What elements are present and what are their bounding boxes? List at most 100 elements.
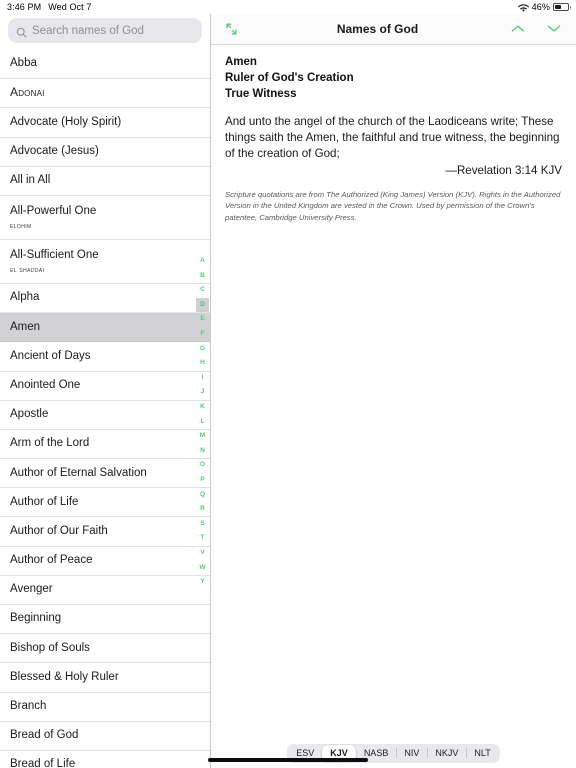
list-item[interactable]: Alpha <box>0 284 210 314</box>
list-item-title: Anointed One <box>10 378 81 391</box>
names-list[interactable]: Abba Adonai Advocate (Holy Spirit) Advocate… <box>0 50 210 768</box>
list-item[interactable]: Anointed One <box>0 372 210 401</box>
search-container: Search names of God <box>0 14 210 50</box>
list-item[interactable]: Bread of Life <box>0 751 210 768</box>
list-item-title: All in All <box>10 174 51 187</box>
status-date: Wed Oct 7 <box>48 2 92 12</box>
alphabet-index-letter[interactable]: Y <box>196 575 209 590</box>
status-time: 3:46 PM <box>7 2 42 12</box>
list-item-title: Alpha <box>10 291 40 304</box>
list-item[interactable]: Blessed & Holy Ruler <box>0 663 210 693</box>
detail-heading: Ruler of God's Creation <box>225 71 354 84</box>
sidebar: Search names of God Abba Adonai Advocate (… <box>0 14 211 768</box>
alphabet-index-letter[interactable]: I <box>196 371 209 386</box>
list-item-title: Arm of the Lord <box>10 437 90 450</box>
collapse-panel-icon[interactable] <box>223 19 245 39</box>
alphabet-index-letter[interactable]: F <box>196 327 209 342</box>
alphabet-index-letter[interactable]: K <box>196 400 209 415</box>
attribution-text: Scripture quotations are from The Author… <box>225 189 561 223</box>
detail-content: Amen Ruler of God's Creation True Witness … <box>211 45 576 738</box>
list-item[interactable]: Abba <box>0 50 210 80</box>
alphabet-index-letter[interactable]: J <box>196 385 209 400</box>
list-item[interactable]: Arm of the Lord <box>0 430 210 460</box>
list-item[interactable]: Bread of God <box>0 722 210 751</box>
list-item-title: Bread of God <box>10 729 79 742</box>
navigation-bar: Names of God <box>211 14 576 45</box>
list-item[interactable]: All in All <box>0 167 210 196</box>
list-item-title: Bishop of Souls <box>10 641 90 654</box>
list-item-title: Beginning <box>10 612 62 625</box>
alphabet-index-letter[interactable]: G <box>196 342 209 357</box>
chevron-down-icon[interactable] <box>546 22 562 36</box>
wifi-icon <box>517 3 529 13</box>
alphabet-index-letter[interactable]: T <box>196 531 209 546</box>
alphabet-index-letter[interactable]: Q <box>196 488 209 503</box>
list-item[interactable]: Beginning <box>0 605 210 635</box>
verse-text: And unto the angel of the church of the … <box>225 114 560 161</box>
list-item-title: Advocate (Holy Spirit) <box>10 115 122 128</box>
alphabet-index-letter[interactable]: M <box>196 429 209 444</box>
list-item[interactable]: Avenger <box>0 576 210 605</box>
list-item[interactable]: Branch <box>0 693 210 722</box>
alphabet-index-letter[interactable]: C <box>196 283 209 298</box>
app-root: 3:46 PM Wed Oct 7 46% Search names of Go… <box>0 0 576 768</box>
alphabet-index-letter[interactable]: L <box>196 415 209 430</box>
list-item-title: Author of Our Faith <box>10 524 108 537</box>
list-item-title: Ancient of Days <box>10 349 91 362</box>
list-item[interactable]: Author of Eternal Salvation <box>0 459 210 489</box>
list-item[interactable]: Apostle <box>0 401 210 430</box>
list-item-title: Adonai <box>10 85 45 100</box>
alphabet-index-letter[interactable]: A <box>196 254 209 269</box>
list-item[interactable]: Bishop of Souls <box>0 634 210 664</box>
split-view: Search names of God Abba Adonai Advocate (… <box>0 14 576 768</box>
chevron-up-icon[interactable] <box>510 22 526 36</box>
search-input[interactable]: Search names of God <box>8 18 202 43</box>
alphabet-index-letter[interactable]: W <box>196 560 209 575</box>
list-item[interactable]: Author of Peace <box>0 547 210 576</box>
list-item[interactable]: All-Sufficient One El Shaddai <box>0 240 210 284</box>
battery-icon <box>553 3 571 11</box>
status-bar-left: 3:46 PM Wed Oct 7 <box>7 2 91 12</box>
list-item[interactable]: Advocate (Holy Spirit) <box>0 108 210 138</box>
list-item-subtitle: Elohim <box>10 220 32 230</box>
list-item-title: Bread of Life <box>10 758 76 768</box>
list-item-title: Author of Peace <box>10 554 93 567</box>
version-option-niv[interactable]: NIV <box>396 745 427 761</box>
alphabet-index[interactable]: ABCDEFGHIJKLMNOPQRSTVWY <box>196 254 209 590</box>
list-item[interactable]: Ancient of Days <box>0 342 210 372</box>
list-item[interactable]: Advocate (Jesus) <box>0 138 210 167</box>
alphabet-index-letter[interactable]: O <box>196 458 209 473</box>
version-option-nlt[interactable]: NLT <box>466 745 498 761</box>
detail-headings: Amen Ruler of God's Creation True Witness <box>225 55 562 103</box>
list-item-title: Amen <box>10 320 41 333</box>
alphabet-index-letter[interactable]: N <box>196 444 209 459</box>
alphabet-index-letter[interactable]: P <box>196 473 209 488</box>
alphabet-index-letter[interactable]: S <box>196 517 209 532</box>
navigation-buttons <box>510 22 562 36</box>
battery-percent: 46% <box>531 2 550 12</box>
alphabet-index-letter[interactable]: R <box>196 502 209 517</box>
home-indicator <box>208 758 368 762</box>
list-item-subtitle: El Shaddai <box>10 264 45 274</box>
list-item[interactable]: All-Powerful One Elohim <box>0 196 210 240</box>
list-item-title: All-Sufficient One <box>10 249 99 262</box>
list-item-title: Apostle <box>10 408 49 421</box>
list-item-title: Blessed & Holy Ruler <box>10 670 119 683</box>
alphabet-index-letter[interactable]: E <box>196 312 209 327</box>
version-option-nkjv[interactable]: NKJV <box>427 745 466 761</box>
list-item[interactable]: Author of Our Faith <box>0 517 210 547</box>
detail-heading: Amen <box>225 56 257 68</box>
alphabet-index-letter[interactable]: H <box>196 356 209 371</box>
alphabet-index-letter[interactable]: B <box>196 269 209 284</box>
status-bar: 3:46 PM Wed Oct 7 46% <box>0 0 576 14</box>
list-item[interactable]: Author of Life <box>0 488 210 518</box>
list-item-title: All-Powerful One <box>10 205 97 218</box>
detail-pane: Names of God Amen Ruler of God's Creation… <box>211 14 576 768</box>
page-title: Names of God <box>336 22 419 36</box>
list-item[interactable]: Amen <box>0 313 210 343</box>
alphabet-index-letter[interactable]: V <box>196 546 209 561</box>
list-item-title: Branch <box>10 700 47 713</box>
list-item[interactable]: Adonai <box>0 79 210 109</box>
alphabet-index-letter[interactable]: D <box>196 297 209 313</box>
detail-heading: True Witness <box>225 87 297 100</box>
